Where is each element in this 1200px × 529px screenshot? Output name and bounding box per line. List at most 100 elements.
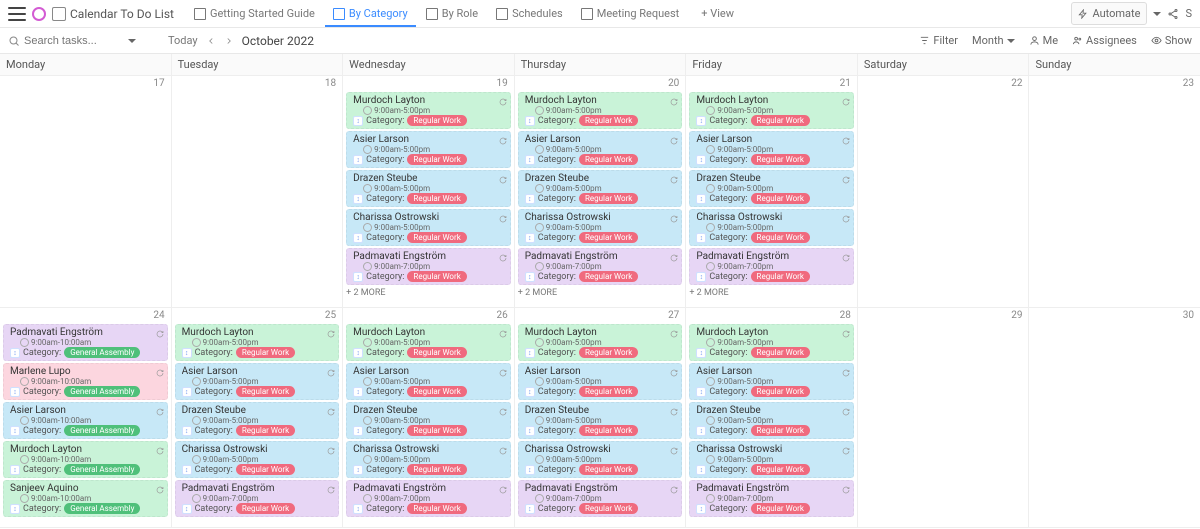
category-tag[interactable]: Regular Work bbox=[579, 464, 638, 475]
category-tag[interactable]: Regular Work bbox=[579, 154, 638, 165]
category-tag[interactable]: Regular Work bbox=[579, 271, 638, 282]
category-tag[interactable]: Regular Work bbox=[751, 503, 810, 514]
category-tag[interactable]: Regular Work bbox=[407, 425, 466, 436]
category-tag[interactable]: Regular Work bbox=[236, 425, 295, 436]
day-cell[interactable]: 22 bbox=[858, 76, 1029, 308]
category-tag[interactable]: Regular Work bbox=[407, 193, 466, 204]
day-cell[interactable]: 25Murdoch Layton9:00am-5:00pm↕Category:R… bbox=[172, 308, 343, 528]
category-tag[interactable]: Regular Work bbox=[236, 464, 295, 475]
calendar-event[interactable]: Asier Larson9:00am-5:00pm↕Category:Regul… bbox=[518, 131, 683, 168]
calendar-event[interactable]: Murdoch Layton9:00am-5:00pm↕Category:Reg… bbox=[346, 324, 511, 361]
tab-by-role[interactable]: By Role bbox=[418, 1, 486, 26]
category-tag[interactable]: Regular Work bbox=[407, 386, 466, 397]
category-tag[interactable]: Regular Work bbox=[751, 232, 810, 243]
day-cell[interactable]: 27Murdoch Layton9:00am-5:00pm↕Category:R… bbox=[515, 308, 686, 528]
day-cell[interactable]: 28Murdoch Layton9:00am-5:00pm↕Category:R… bbox=[686, 308, 857, 528]
day-cell[interactable]: 18 bbox=[172, 76, 343, 308]
category-tag[interactable]: Regular Work bbox=[579, 425, 638, 436]
calendar-event[interactable]: Padmavati Engström9:00am-7:00pm↕Category… bbox=[346, 480, 511, 517]
more-events-button[interactable]: + 2 MORE bbox=[346, 288, 511, 298]
day-cell[interactable]: 23 bbox=[1029, 76, 1200, 308]
category-tag[interactable]: Regular Work bbox=[579, 347, 638, 358]
tab-getting-started-guide[interactable]: Getting Started Guide bbox=[186, 1, 323, 26]
category-tag[interactable]: General Assembly bbox=[64, 503, 140, 514]
calendar-event[interactable]: Drazen Steube9:00am-5:00pm↕Category:Regu… bbox=[346, 170, 511, 207]
calendar-event[interactable]: Charissa Ostrowski9:00am-5:00pm↕Category… bbox=[689, 209, 854, 246]
calendar-event[interactable]: Drazen Steube9:00am-5:00pm↕Category:Regu… bbox=[689, 170, 854, 207]
filter-button[interactable]: Filter bbox=[919, 34, 958, 47]
category-tag[interactable]: Regular Work bbox=[751, 347, 810, 358]
page-title[interactable]: Calendar To Do List bbox=[52, 7, 174, 21]
more-events-button[interactable]: + 2 MORE bbox=[689, 288, 854, 298]
day-cell[interactable]: 29 bbox=[858, 308, 1029, 528]
share-icon[interactable] bbox=[1167, 8, 1179, 20]
calendar-event[interactable]: Charissa Ostrowski9:00am-5:00pm↕Category… bbox=[175, 441, 340, 478]
calendar-event[interactable]: Murdoch Layton9:00am-5:00pm↕Category:Reg… bbox=[518, 324, 683, 361]
day-cell[interactable]: 30 bbox=[1029, 308, 1200, 528]
calendar-event[interactable]: Charissa Ostrowski9:00am-5:00pm↕Category… bbox=[346, 441, 511, 478]
category-tag[interactable]: Regular Work bbox=[751, 386, 810, 397]
assignees-filter[interactable]: Assignees bbox=[1072, 34, 1137, 47]
calendar-event[interactable]: Drazen Steube9:00am-5:00pm↕Category:Regu… bbox=[518, 170, 683, 207]
category-tag[interactable]: Regular Work bbox=[236, 386, 295, 397]
day-cell[interactable]: 21Murdoch Layton9:00am-5:00pm↕Category:R… bbox=[686, 76, 857, 308]
search-input[interactable] bbox=[24, 35, 124, 47]
category-tag[interactable]: Regular Work bbox=[751, 115, 810, 126]
month-selector[interactable]: Month bbox=[972, 34, 1015, 47]
category-tag[interactable]: Regular Work bbox=[407, 464, 466, 475]
category-tag[interactable]: Regular Work bbox=[751, 271, 810, 282]
today-button[interactable]: Today bbox=[168, 34, 198, 47]
day-cell[interactable]: 20Murdoch Layton9:00am-5:00pm↕Category:R… bbox=[515, 76, 686, 308]
category-tag[interactable]: Regular Work bbox=[407, 154, 466, 165]
category-tag[interactable]: Regular Work bbox=[407, 232, 466, 243]
show-button[interactable]: Show bbox=[1151, 34, 1192, 47]
calendar-event[interactable]: Padmavati Engström9:00am-7:00pm↕Category… bbox=[518, 248, 683, 285]
category-tag[interactable]: Regular Work bbox=[751, 193, 810, 204]
calendar-event[interactable]: Drazen Steube9:00am-5:00pm↕Category:Regu… bbox=[518, 402, 683, 439]
day-cell[interactable]: 24Padmavati Engström9:00am-10:00am↕Categ… bbox=[0, 308, 171, 528]
next-month-icon[interactable] bbox=[224, 36, 234, 46]
calendar-event[interactable]: Charissa Ostrowski9:00am-5:00pm↕Category… bbox=[518, 209, 683, 246]
calendar-event[interactable]: Asier Larson9:00am-5:00pm↕Category:Regul… bbox=[346, 363, 511, 400]
more-events-button[interactable]: + 2 MORE bbox=[518, 288, 683, 298]
category-tag[interactable]: Regular Work bbox=[407, 347, 466, 358]
category-tag[interactable]: Regular Work bbox=[751, 425, 810, 436]
category-tag[interactable]: Regular Work bbox=[579, 232, 638, 243]
calendar-event[interactable]: Drazen Steube9:00am-5:00pm↕Category:Regu… bbox=[175, 402, 340, 439]
menu-icon[interactable] bbox=[8, 7, 26, 21]
day-cell[interactable]: 17 bbox=[0, 76, 171, 308]
calendar-event[interactable]: Padmavati Engström9:00am-7:00pm↕Category… bbox=[689, 248, 854, 285]
calendar-event[interactable]: Sanjeev Aquino9:00am-10:00am↕Category:Ge… bbox=[3, 480, 168, 517]
category-tag[interactable]: General Assembly bbox=[64, 386, 140, 397]
calendar-event[interactable]: Charissa Ostrowski9:00am-5:00pm↕Category… bbox=[689, 441, 854, 478]
calendar-event[interactable]: Murdoch Layton9:00am-5:00pm↕Category:Reg… bbox=[518, 92, 683, 129]
calendar-event[interactable]: Asier Larson9:00am-5:00pm↕Category:Regul… bbox=[175, 363, 340, 400]
calendar-event[interactable]: Padmavati Engström9:00am-10:00am↕Categor… bbox=[3, 324, 168, 361]
prev-month-icon[interactable] bbox=[206, 36, 216, 46]
workspace-icon[interactable] bbox=[32, 7, 46, 21]
category-tag[interactable]: Regular Work bbox=[579, 503, 638, 514]
calendar-event[interactable]: Murdoch Layton9:00am-5:00pm↕Category:Reg… bbox=[175, 324, 340, 361]
category-tag[interactable]: Regular Work bbox=[407, 503, 466, 514]
category-tag[interactable]: Regular Work bbox=[579, 115, 638, 126]
add-view-button[interactable]: + View bbox=[693, 1, 742, 26]
category-tag[interactable]: General Assembly bbox=[64, 347, 140, 358]
calendar-event[interactable]: Asier Larson9:00am-5:00pm↕Category:Regul… bbox=[689, 131, 854, 168]
calendar-event[interactable]: Asier Larson9:00am-5:00pm↕Category:Regul… bbox=[346, 131, 511, 168]
calendar-event[interactable]: Charissa Ostrowski9:00am-5:00pm↕Category… bbox=[346, 209, 511, 246]
category-tag[interactable]: Regular Work bbox=[236, 503, 295, 514]
calendar-event[interactable]: Murdoch Layton9:00am-5:00pm↕Category:Reg… bbox=[346, 92, 511, 129]
tab-meeting-request[interactable]: Meeting Request bbox=[573, 1, 688, 26]
calendar-event[interactable]: Padmavati Engström9:00am-7:00pm↕Category… bbox=[175, 480, 340, 517]
category-tag[interactable]: Regular Work bbox=[407, 115, 466, 126]
calendar-event[interactable]: Asier Larson9:00am-5:00pm↕Category:Regul… bbox=[689, 363, 854, 400]
search-dropdown-icon[interactable] bbox=[128, 39, 136, 43]
calendar-event[interactable]: Asier Larson9:00am-10:00am↕Category:Gene… bbox=[3, 402, 168, 439]
calendar-event[interactable]: Charissa Ostrowski9:00am-5:00pm↕Category… bbox=[518, 441, 683, 478]
calendar-event[interactable]: Drazen Steube9:00am-5:00pm↕Category:Regu… bbox=[346, 402, 511, 439]
category-tag[interactable]: Regular Work bbox=[751, 464, 810, 475]
tab-by-category[interactable]: By Category bbox=[325, 1, 416, 26]
calendar-event[interactable]: Drazen Steube9:00am-5:00pm↕Category:Regu… bbox=[689, 402, 854, 439]
calendar-event[interactable]: Marlene Lupo9:00am-10:00am↕Category:Gene… bbox=[3, 363, 168, 400]
calendar-event[interactable]: Murdoch Layton9:00am-10:00am↕Category:Ge… bbox=[3, 441, 168, 478]
